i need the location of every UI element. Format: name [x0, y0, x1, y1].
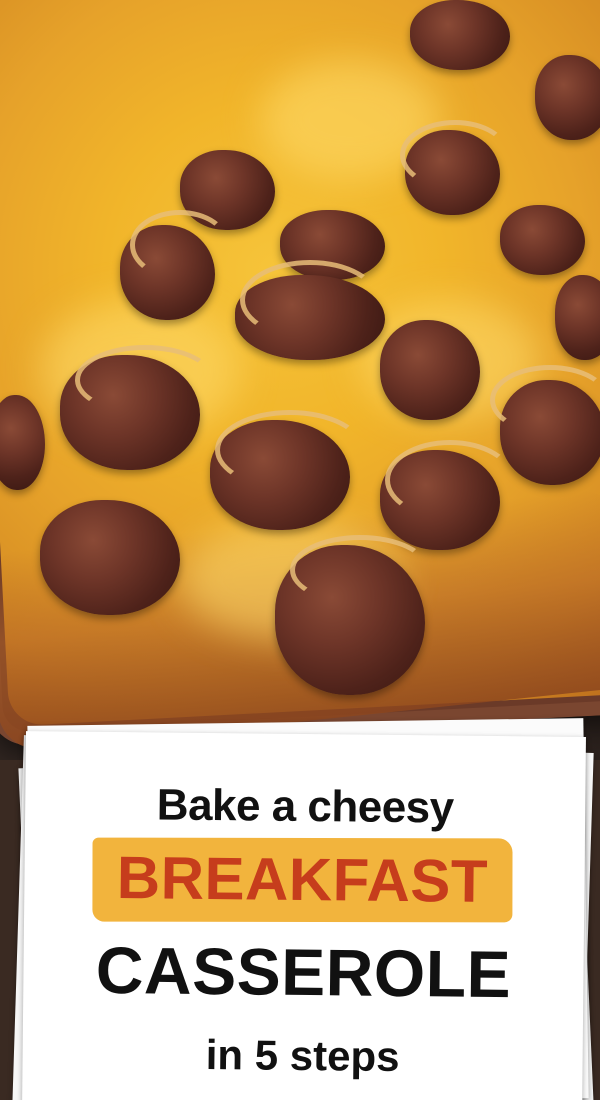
headline-line-4: in 5 steps [205, 1030, 400, 1081]
title-card: Bake a cheesy BREAKFAST CASSEROLE in 5 s… [22, 731, 586, 1100]
casserole-photo [0, 0, 600, 760]
sausage-ball [380, 320, 480, 420]
sausage-ball [535, 55, 600, 140]
headline-line-3: CASSEROLE [95, 932, 512, 1012]
headline-line-1: Bake a cheesy [156, 780, 454, 833]
highlight-band: BREAKFAST [92, 836, 513, 924]
pin-image: Bake a cheesy BREAKFAST CASSEROLE in 5 s… [0, 0, 600, 1100]
sausage-ball [410, 0, 510, 70]
headline-highlight-word: BREAKFAST [116, 844, 489, 915]
sausage-ball [500, 205, 585, 275]
sausage-ball [40, 500, 180, 615]
